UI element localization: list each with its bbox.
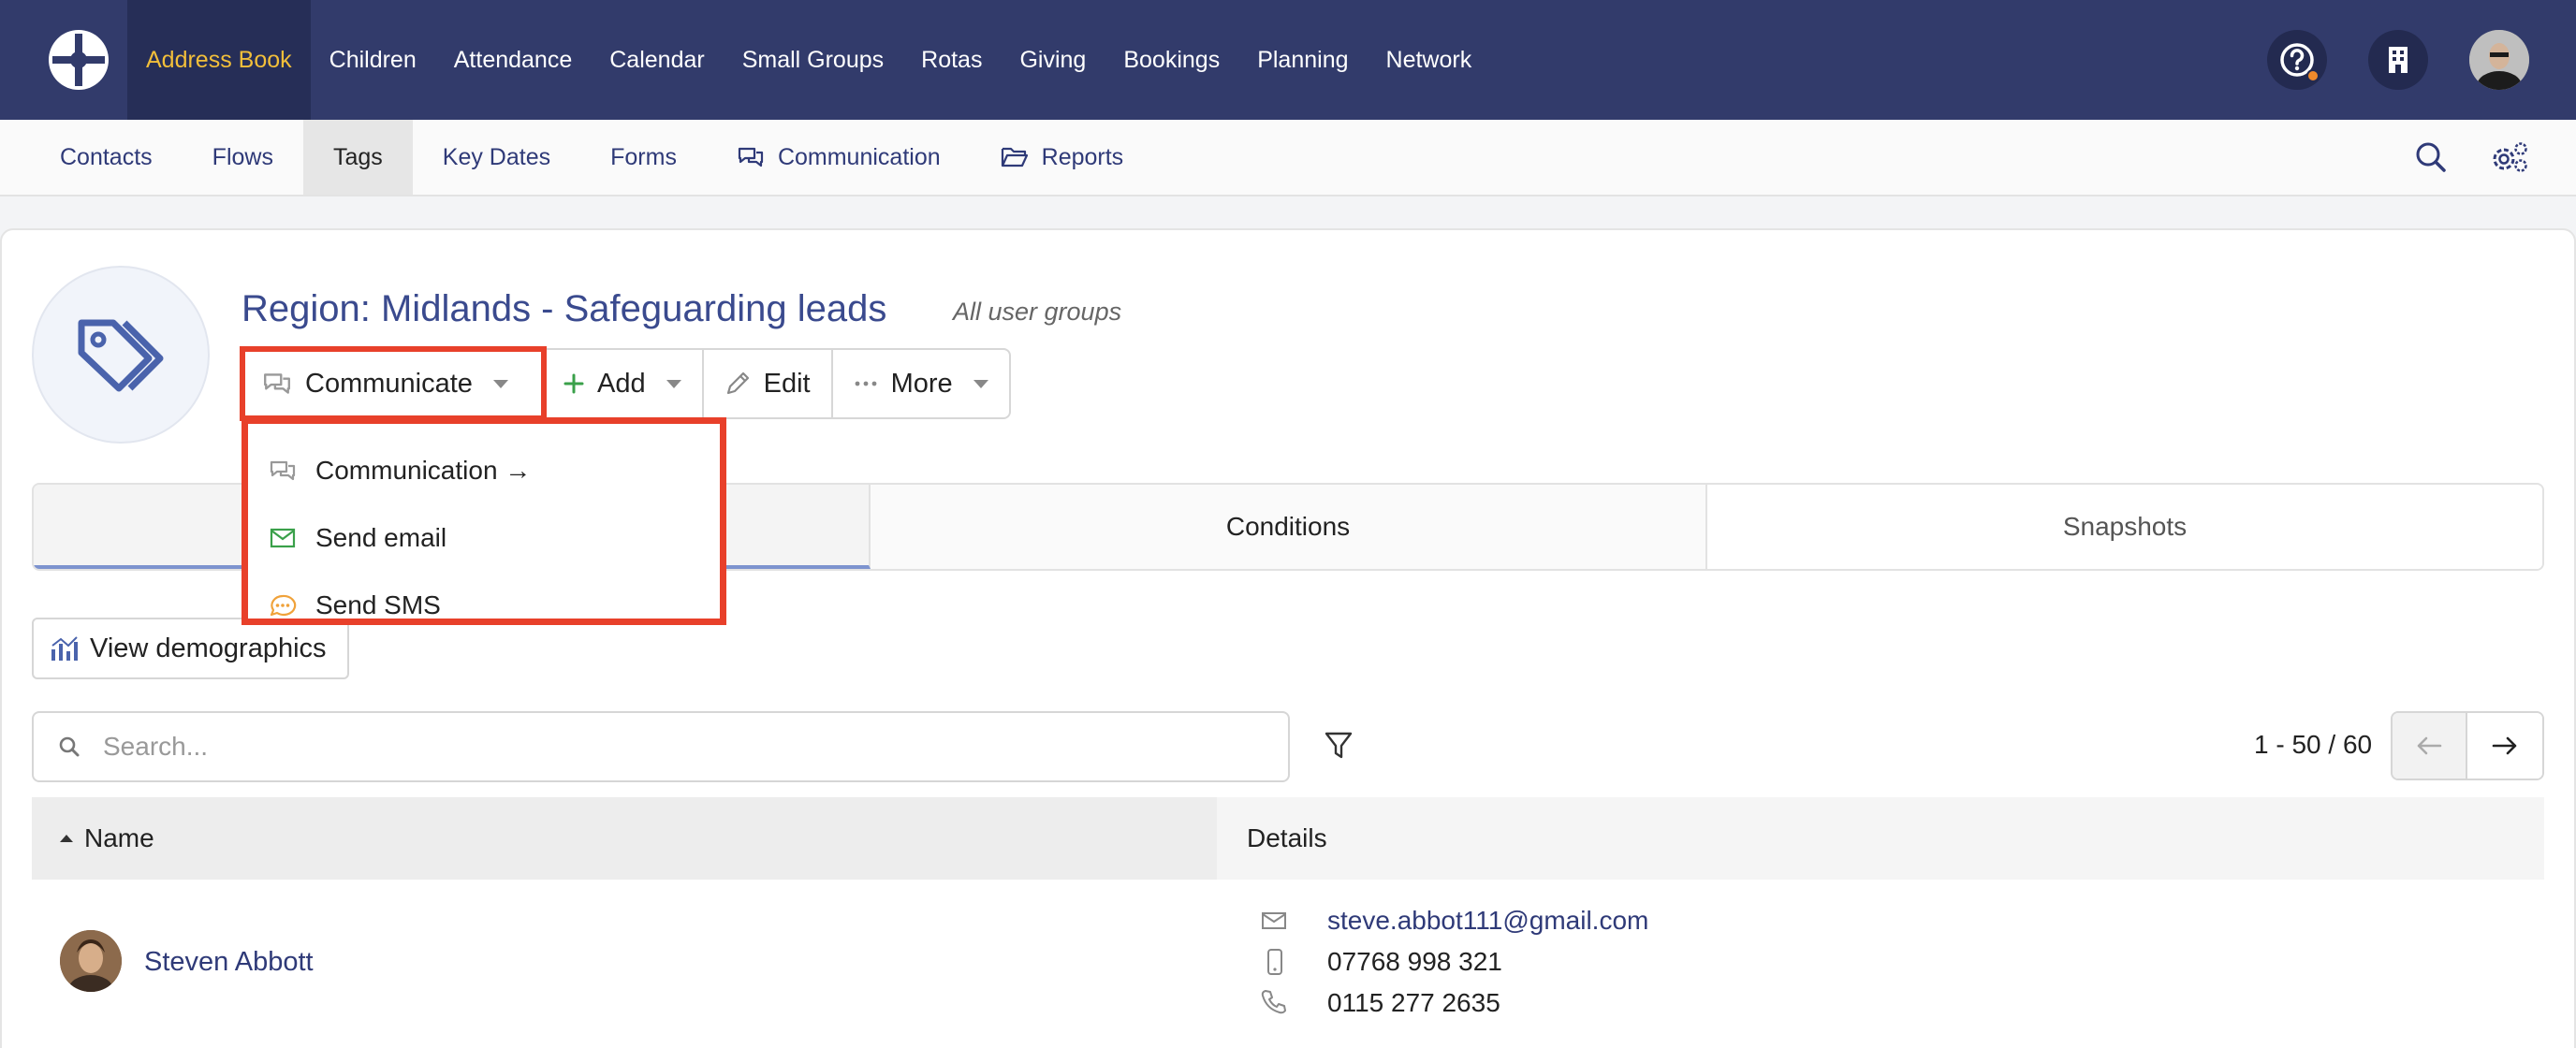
subnav-contacts[interactable]: Contacts xyxy=(0,120,183,195)
next-page-button[interactable] xyxy=(2467,713,2542,779)
contact-phone: 0115 277 2635 xyxy=(1327,988,1500,1017)
subnav-tags[interactable]: Tags xyxy=(302,120,413,195)
subnav-reports-label: Reports xyxy=(1041,143,1124,170)
topnav-bookings[interactable]: Bookings xyxy=(1105,0,1238,120)
folder-icon xyxy=(1001,147,1028,167)
topnav-giving[interactable]: Giving xyxy=(1001,0,1105,120)
menu-item-send-sms[interactable]: Send SMS xyxy=(248,572,720,639)
pagination-controls xyxy=(2391,711,2544,780)
pagination-count: 1 - 50 / 60 xyxy=(2254,730,2373,759)
top-navigation: Address Book Children Attendance Calenda… xyxy=(0,0,2576,120)
add-label: Add xyxy=(597,368,646,399)
subnav-flows[interactable]: Flows xyxy=(183,120,303,195)
communicate-dropdown: Communication → Send email Send SMS xyxy=(242,417,726,625)
ellipsis-icon xyxy=(855,381,876,386)
subnav-communication[interactable]: Communication xyxy=(707,120,971,195)
tab-conditions[interactable]: Conditions xyxy=(871,485,1707,569)
chat-icon xyxy=(264,373,290,394)
chevron-down-icon xyxy=(973,379,988,388)
help-button[interactable] xyxy=(2267,30,2327,90)
tag-actions: Communicate Add Edit More xyxy=(242,348,1011,419)
sub-navigation: Contacts Flows Tags Key Dates Forms Comm… xyxy=(0,120,2576,196)
topnav-calendar[interactable]: Calendar xyxy=(591,0,723,120)
previous-page-button[interactable] xyxy=(2393,713,2467,779)
app-logo-icon[interactable] xyxy=(32,0,125,120)
column-header-name[interactable]: Name xyxy=(32,797,1217,880)
menu-item-send-email-label: Send email xyxy=(315,523,447,552)
email-icon xyxy=(270,528,296,548)
page-title: Region: Midlands - Safeguarding leads xyxy=(242,288,887,329)
pencil-icon xyxy=(726,371,749,395)
subnav-reports[interactable]: Reports xyxy=(971,120,1154,195)
building-icon xyxy=(2389,47,2408,73)
menu-item-send-email[interactable]: Send email xyxy=(248,504,720,572)
topnav-children[interactable]: Children xyxy=(311,0,435,120)
tag-avatar xyxy=(32,266,210,444)
email-icon xyxy=(1262,912,1286,929)
plus-icon xyxy=(564,373,584,394)
column-header-details: Details xyxy=(1217,797,2544,880)
chart-icon xyxy=(51,636,78,661)
topnav-rotas[interactable]: Rotas xyxy=(902,0,1001,120)
contact-avatar[interactable] xyxy=(60,930,122,992)
edit-label: Edit xyxy=(763,368,811,399)
filter-icon[interactable] xyxy=(1324,730,1354,762)
sms-icon xyxy=(270,594,297,617)
topnav-network[interactable]: Network xyxy=(1368,0,1491,120)
user-avatar[interactable] xyxy=(2469,30,2529,90)
tab-snapshots[interactable]: Snapshots xyxy=(1707,485,2542,569)
menu-item-communication[interactable]: Communication → xyxy=(248,437,720,504)
communicate-label: Communicate xyxy=(305,368,473,399)
menu-item-communication-label: Communication → xyxy=(315,456,532,485)
notification-dot xyxy=(2306,69,2320,82)
topnav-planning[interactable]: Planning xyxy=(1238,0,1367,120)
chat-icon xyxy=(738,147,764,167)
subnav-communication-label: Communication xyxy=(777,143,941,170)
arrow-right-icon xyxy=(2492,736,2517,755)
search-icon[interactable] xyxy=(2415,141,2447,173)
user-groups-label: All user groups xyxy=(953,298,1122,326)
search-box xyxy=(32,711,1290,782)
edit-button[interactable]: Edit xyxy=(704,350,833,417)
column-header-name-label: Name xyxy=(84,823,154,852)
arrow-left-icon xyxy=(2417,736,2442,755)
chevron-down-icon xyxy=(492,379,508,388)
chevron-down-icon xyxy=(666,379,681,388)
more-label: More xyxy=(890,368,953,399)
mobile-icon xyxy=(1267,949,1282,975)
chat-icon xyxy=(270,460,296,481)
subnav-forms[interactable]: Forms xyxy=(580,120,707,195)
topnav-small-groups[interactable]: Small Groups xyxy=(724,0,902,120)
search-icon xyxy=(59,736,80,757)
add-button[interactable]: Add xyxy=(543,350,704,417)
communicate-button[interactable]: Communicate xyxy=(243,350,543,417)
contact-name-link[interactable]: Steven Abbott xyxy=(144,947,314,978)
subnav-key-dates[interactable]: Key Dates xyxy=(413,120,580,195)
more-button[interactable]: More xyxy=(833,350,1009,417)
tag-icon xyxy=(78,319,164,392)
phone-icon xyxy=(1261,990,1286,1014)
organisation-button[interactable] xyxy=(2368,30,2428,90)
search-input[interactable] xyxy=(103,732,1226,762)
sort-ascending-icon xyxy=(60,835,73,842)
settings-icon[interactable] xyxy=(2490,140,2529,174)
menu-item-send-sms-label: Send SMS xyxy=(315,590,441,619)
contact-mobile: 07768 998 321 xyxy=(1327,947,1502,976)
contact-email-link[interactable]: steve.abbot111@gmail.com xyxy=(1327,906,1648,936)
topnav-address-book[interactable]: Address Book xyxy=(127,0,311,120)
topnav-attendance[interactable]: Attendance xyxy=(435,0,592,120)
